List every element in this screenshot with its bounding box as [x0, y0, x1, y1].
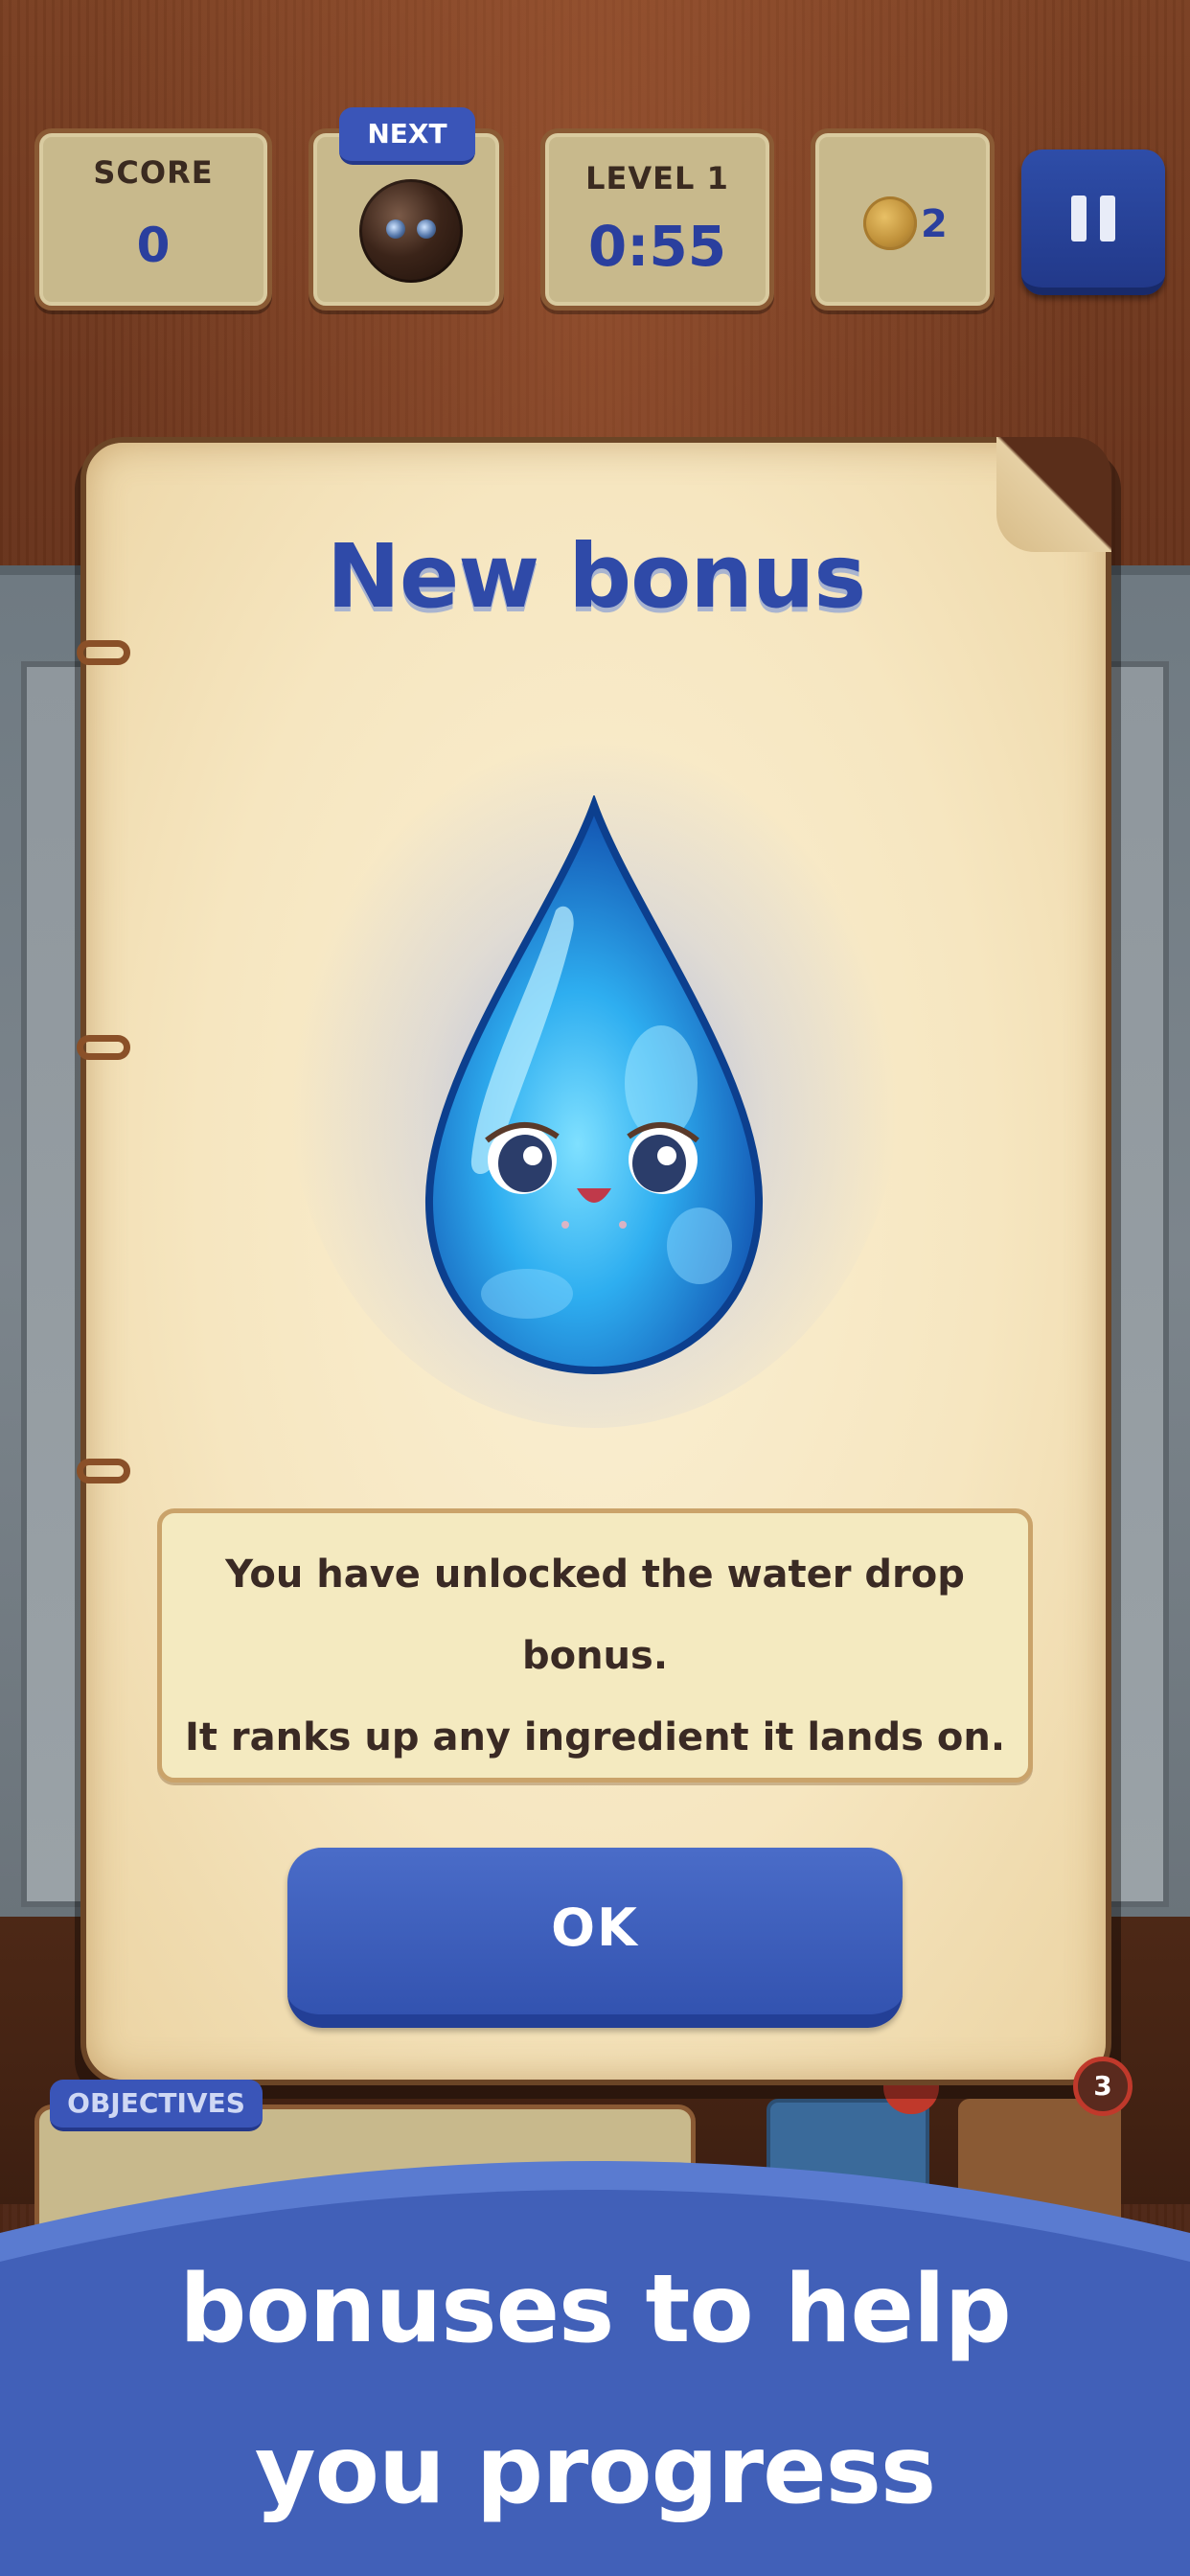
score-value: 0	[136, 218, 171, 273]
ok-button[interactable]: OK	[287, 1848, 903, 2028]
binder-ring	[77, 1459, 130, 1484]
promo-banner-text: bonuses to help you progress	[0, 2229, 1190, 2551]
binder-ring	[77, 1035, 130, 1060]
timer-value: 0:55	[587, 214, 727, 279]
score-label: SCORE	[93, 154, 214, 191]
score-panel: SCORE 0	[34, 128, 272, 310]
next-label: NEXT	[339, 107, 475, 165]
binder-ring	[77, 640, 130, 665]
level-timer-panel: LEVEL 1 0:55	[540, 128, 774, 310]
coin-icon	[863, 196, 917, 250]
bonus-description-box: You have unlocked the water drop bonus. …	[157, 1508, 1033, 1782]
objectives-tab[interactable]: OBJECTIVES	[50, 2080, 263, 2131]
banner-line-2: you progress	[254, 2416, 937, 2525]
description-line-1: You have unlocked the water drop	[225, 1552, 965, 1597]
level-label: LEVEL 1	[585, 160, 729, 196]
coins-panel: 2	[811, 128, 995, 310]
banner-line-1: bonuses to help	[179, 2255, 1012, 2364]
next-ingredient-icon	[359, 179, 463, 283]
description-line-3: It ranks up any ingredient it lands on.	[184, 1715, 1006, 1760]
water-drop-icon	[424, 795, 764, 1375]
objective-count-badge: 3	[1073, 2057, 1133, 2116]
pause-button[interactable]	[1021, 150, 1165, 295]
coins-value: 2	[921, 202, 948, 246]
dialog-title: New bonus	[326, 525, 866, 628]
ok-button-label: OK	[551, 1898, 639, 1958]
description-line-2: bonus.	[521, 1634, 669, 1678]
